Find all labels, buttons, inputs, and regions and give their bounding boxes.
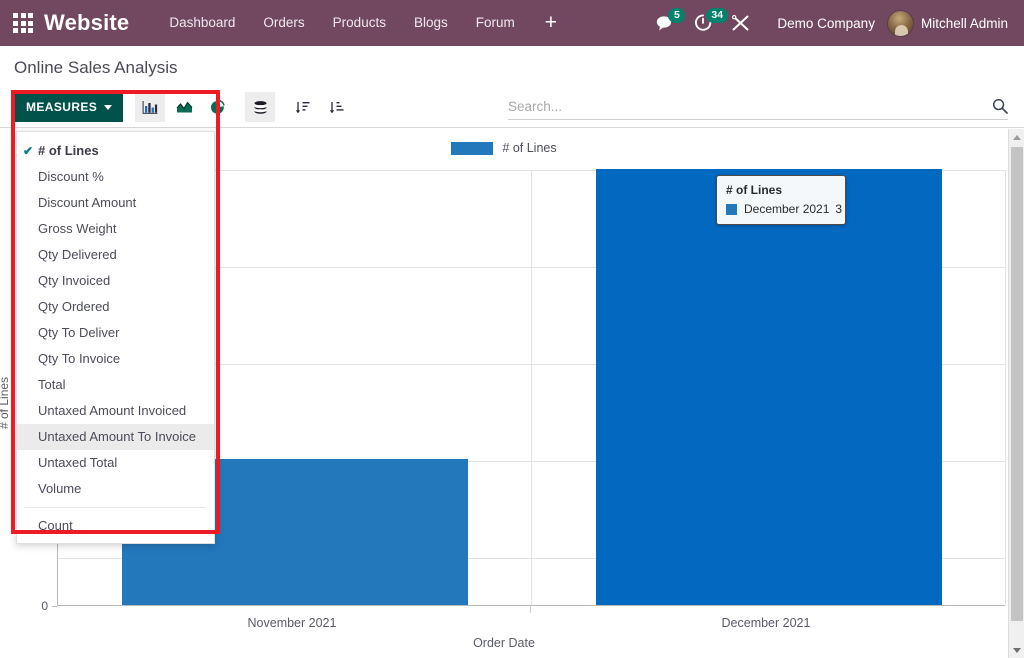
user-name-label: Mitchell Admin — [921, 16, 1008, 31]
tooltip-series-swatch — [726, 204, 737, 215]
measure-item-qty-to-deliver[interactable]: Qty To Deliver — [17, 320, 214, 346]
x-axis-label-november: November 2021 — [177, 616, 407, 630]
tooltip-row: December 2021 3 — [726, 202, 836, 216]
company-switcher[interactable]: Demo Company — [777, 16, 875, 31]
sort-ascending-icon — [329, 100, 344, 115]
x-axis-label-december: December 2021 — [651, 616, 881, 630]
sort-descending-button[interactable] — [287, 92, 317, 122]
bar-december-2021[interactable] — [596, 169, 942, 605]
nav-item-blogs[interactable]: Blogs — [400, 0, 462, 46]
apps-grid-icon[interactable] — [12, 12, 34, 34]
stacked-toggle-button[interactable] — [245, 92, 275, 122]
x-axis-tick-mark — [530, 606, 531, 613]
control-panel-buttons: MEASURES — [14, 92, 351, 122]
control-panel: Online Sales Analysis MEASURES — [0, 46, 1024, 128]
measure-item-label: Untaxed Amount To Invoice — [38, 429, 196, 444]
measure-item-volume[interactable]: Volume — [17, 476, 214, 502]
avatar — [887, 10, 914, 37]
activities-button[interactable]: 34 — [694, 0, 713, 46]
measure-item-label: Gross Weight — [38, 221, 117, 236]
bar-chart-button[interactable] — [135, 92, 165, 122]
measures-button-label: MEASURES — [26, 100, 97, 114]
measure-item-count[interactable]: Count — [17, 513, 214, 539]
sort-ascending-button[interactable] — [321, 92, 351, 122]
measure-item-label: Total — [38, 377, 65, 392]
measure-item-qty-to-invoice[interactable]: Qty To Invoice — [17, 346, 214, 372]
breadcrumb: Online Sales Analysis — [14, 58, 177, 78]
scroll-up-button[interactable] — [1009, 129, 1024, 145]
nav-add-button[interactable]: + — [529, 0, 573, 46]
nav-item-orders[interactable]: Orders — [249, 0, 318, 46]
category-divider — [1005, 170, 1006, 605]
y-axis-title: # of Lines — [0, 377, 11, 429]
nav-item-forum[interactable]: Forum — [462, 0, 529, 46]
category-divider — [531, 170, 532, 605]
search-bar[interactable] — [508, 98, 1008, 120]
bar-chart-icon — [142, 100, 158, 115]
check-icon: ✔ — [23, 143, 33, 159]
search-input[interactable] — [508, 99, 986, 114]
messages-button[interactable]: 5 — [656, 0, 676, 46]
measures-dropdown-menu: ✔ # of Lines Discount % Discount Amount … — [16, 131, 215, 544]
tooltip-title: # of Lines — [726, 183, 836, 197]
top-navbar: Website Dashboard Orders Products Blogs … — [0, 0, 1024, 46]
measure-item-num-of-lines[interactable]: ✔ # of Lines — [17, 138, 214, 164]
tooltip-key: December 2021 — [744, 202, 829, 216]
stacked-database-icon — [252, 100, 269, 115]
measure-item-discount-percent[interactable]: Discount % — [17, 164, 214, 190]
measure-item-gross-weight[interactable]: Gross Weight — [17, 216, 214, 242]
line-chart-icon — [176, 100, 193, 114]
odoo-app-window: Website Dashboard Orders Products Blogs … — [0, 0, 1024, 658]
legend-label: # of Lines — [502, 141, 556, 155]
measure-item-label: Discount Amount — [38, 195, 136, 210]
y-axis-tick-0: 0 — [4, 599, 48, 613]
app-brand-website[interactable]: Website — [44, 10, 129, 36]
debug-tools-button[interactable] — [731, 0, 750, 46]
tooltip-value: 3 — [835, 202, 842, 216]
measure-item-label: Untaxed Total — [38, 455, 117, 470]
measure-item-label: Qty Delivered — [38, 247, 117, 262]
user-menu[interactable]: Mitchell Admin — [887, 10, 1008, 37]
navbar-right-group: 5 34 Demo Company Mitchell Admin — [647, 0, 1024, 46]
measure-item-untaxed-amount-invoiced[interactable]: Untaxed Amount Invoiced — [17, 398, 214, 424]
measure-item-label: Qty To Deliver — [38, 325, 119, 340]
vertical-scrollbar[interactable] — [1008, 129, 1024, 658]
measure-item-qty-ordered[interactable]: Qty Ordered — [17, 294, 214, 320]
measure-item-label: Count — [38, 518, 73, 533]
chevron-up-icon — [1013, 135, 1021, 140]
scroll-down-button[interactable] — [1009, 642, 1024, 658]
measure-item-label: Volume — [38, 481, 81, 496]
measure-item-untaxed-total[interactable]: Untaxed Total — [17, 450, 214, 476]
measure-item-qty-invoiced[interactable]: Qty Invoiced — [17, 268, 214, 294]
menu-separator — [25, 507, 206, 508]
measures-button[interactable]: MEASURES — [14, 92, 123, 122]
chart-tooltip: # of Lines December 2021 3 — [716, 175, 846, 225]
sort-descending-icon — [295, 100, 310, 115]
measure-item-total[interactable]: Total — [17, 372, 214, 398]
chevron-down-icon — [1013, 648, 1021, 653]
activities-count-badge: 34 — [706, 8, 728, 23]
measure-item-label: Qty Invoiced — [38, 273, 110, 288]
search-icon[interactable] — [986, 98, 1008, 114]
x-axis-title: Order Date — [0, 636, 1008, 650]
measure-item-label: Discount % — [38, 169, 104, 184]
chevron-down-icon — [104, 105, 112, 110]
wrench-screwdriver-icon — [731, 14, 750, 32]
measure-item-label: Qty To Invoice — [38, 351, 120, 366]
nav-item-products[interactable]: Products — [319, 0, 400, 46]
pie-chart-button[interactable] — [203, 92, 233, 122]
line-chart-button[interactable] — [169, 92, 199, 122]
y-axis-tick-mark — [52, 606, 57, 607]
messages-count-badge: 5 — [668, 8, 685, 23]
pie-chart-icon — [210, 99, 226, 115]
measure-item-qty-delivered[interactable]: Qty Delivered — [17, 242, 214, 268]
measure-item-label: Qty Ordered — [38, 299, 110, 314]
scrollbar-thumb[interactable] — [1011, 147, 1023, 621]
measure-item-label: # of Lines — [38, 143, 99, 158]
measure-item-untaxed-amount-to-invoice[interactable]: Untaxed Amount To Invoice — [17, 424, 214, 450]
measure-item-discount-amount[interactable]: Discount Amount — [17, 190, 214, 216]
nav-item-dashboard[interactable]: Dashboard — [155, 0, 249, 46]
measure-item-label: Untaxed Amount Invoiced — [38, 403, 186, 418]
legend-swatch — [451, 142, 493, 155]
